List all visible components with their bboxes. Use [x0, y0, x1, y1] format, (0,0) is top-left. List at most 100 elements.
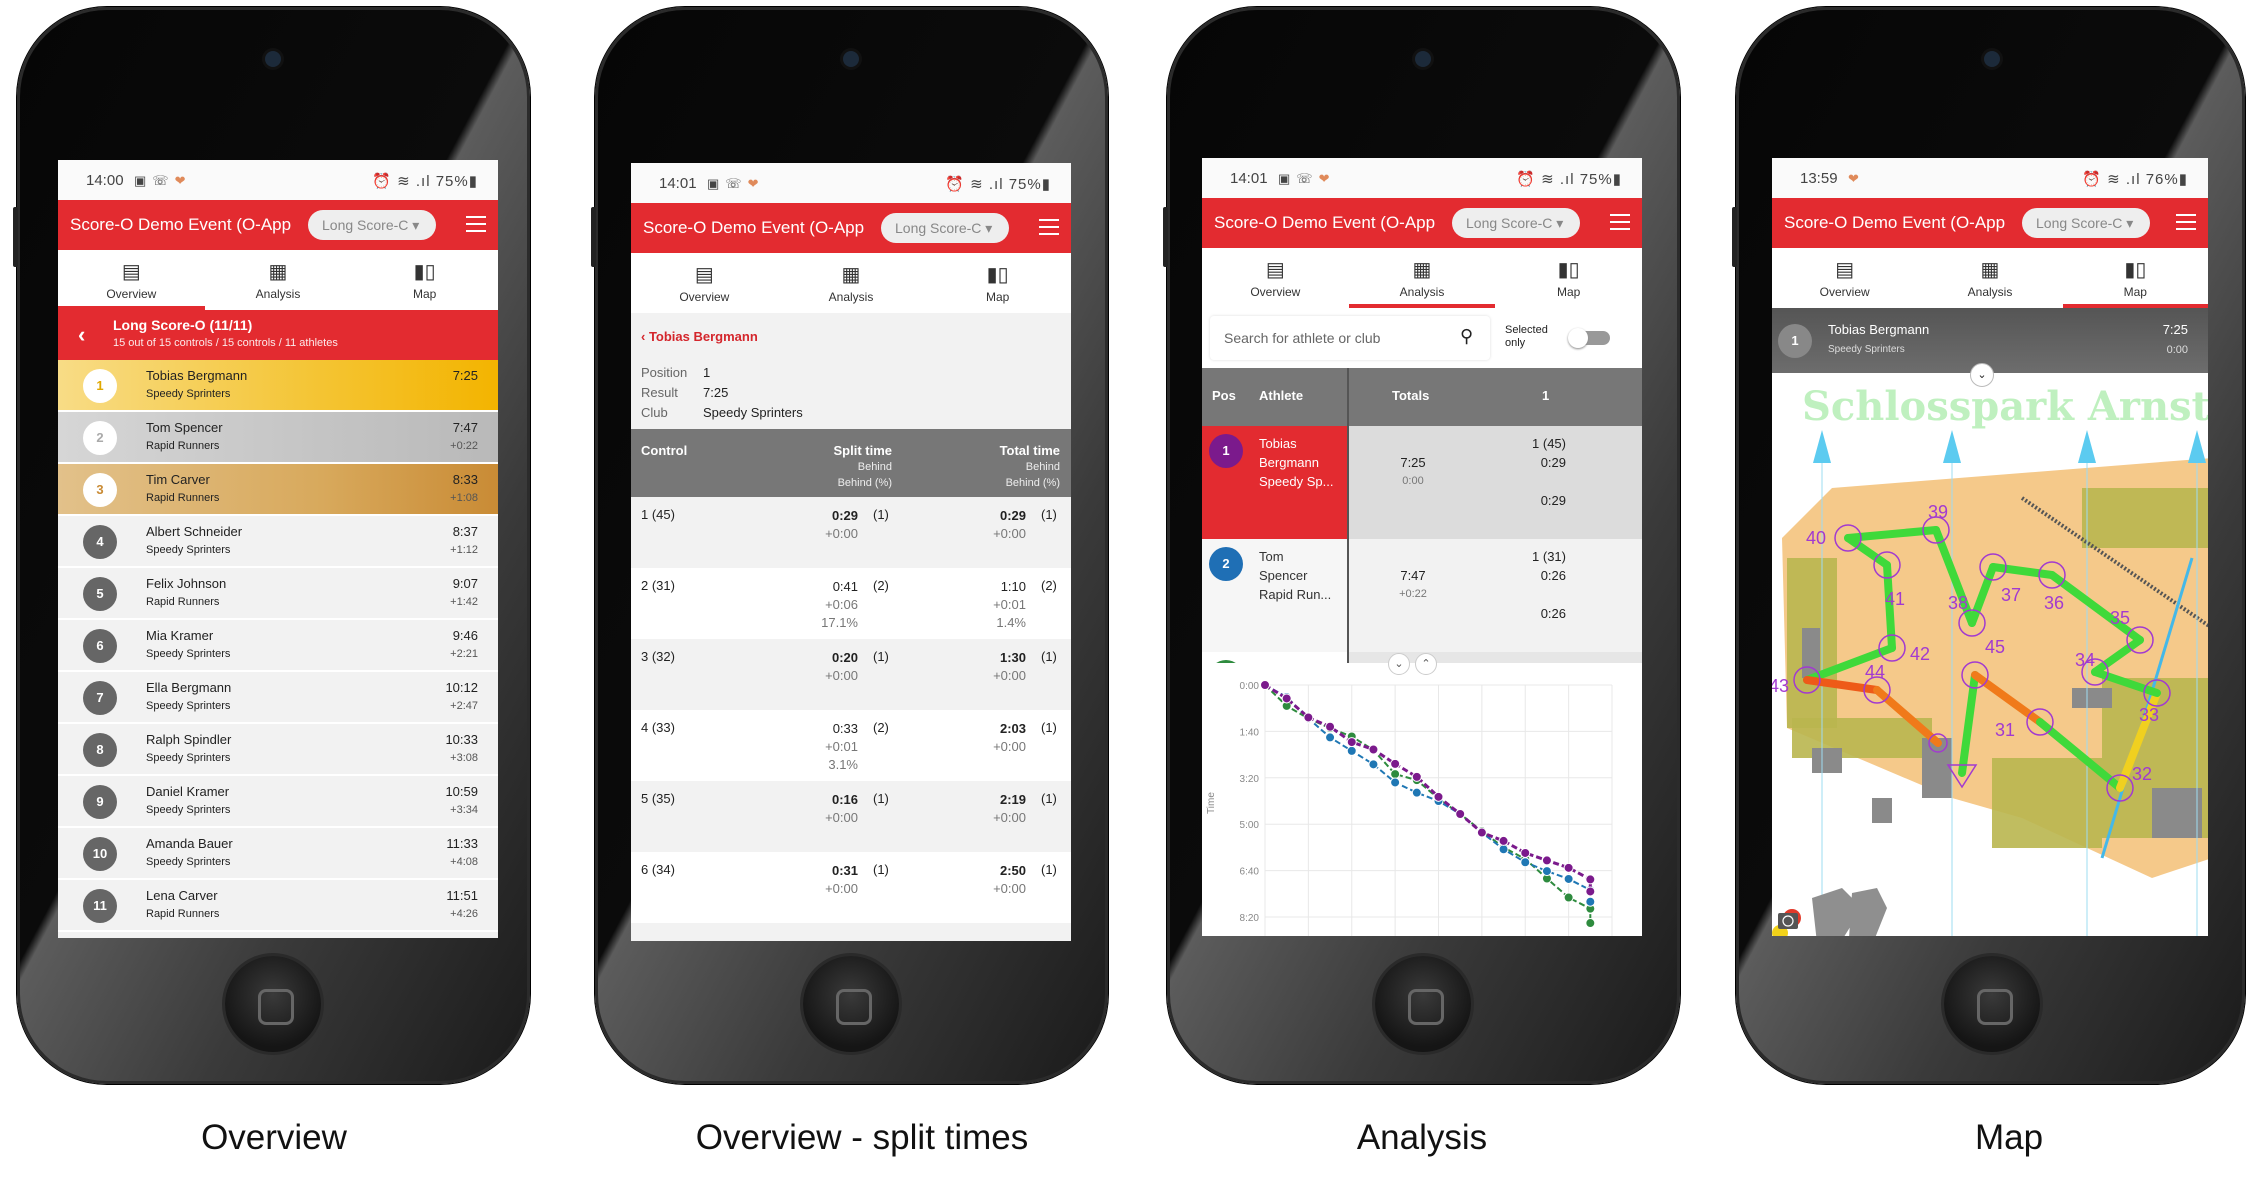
result-row[interactable]: 1 Tobias Bergmann Speedy Sprinters 7:25 — [58, 360, 498, 412]
selected-only-toggle[interactable] — [1568, 328, 1610, 348]
result-row[interactable]: 10 Amanda Bauer Speedy Sprinters 11:33 +4:08 — [58, 828, 498, 880]
athlete-info: Position 1 Result 7:25 Club Speedy Sprinters — [641, 363, 803, 423]
tab-map[interactable]: ▮▯ Map — [1495, 248, 1642, 308]
data-point[interactable] — [1368, 759, 1379, 770]
data-point[interactable] — [1520, 847, 1531, 858]
caption-analysis: Analysis — [1356, 1118, 1488, 1157]
search-input[interactable]: Search for athlete or club ⚲ — [1210, 316, 1490, 360]
data-point[interactable] — [1281, 693, 1292, 704]
split-row[interactable]: 2 (31) 0:41 +0:06 17.1% (2) 1:10 +0:01 1.4% … — [631, 568, 1071, 639]
data-point[interactable] — [1433, 791, 1444, 802]
result-row[interactable]: 2 Tom Spencer Rapid Runners 7:47 +0:22 — [58, 412, 498, 464]
data-point[interactable] — [1563, 892, 1574, 903]
battery-level: 75% — [435, 173, 469, 190]
data-point[interactable] — [1411, 771, 1422, 782]
result-row[interactable]: 3 Tim Carver Rapid Runners 8:33 +1:08 — [58, 464, 498, 516]
home-button[interactable] — [1375, 956, 1471, 1052]
scroll-up-button[interactable]: ⌃ — [1415, 653, 1437, 675]
time-behind: +3:08 — [450, 752, 478, 764]
split-row[interactable]: 6 (34) 0:31 +0:00 (1) 2:50 +0:00 (1) — [631, 852, 1071, 923]
result-time: 7:47 — [452, 420, 478, 435]
hamburger-menu-icon[interactable] — [466, 216, 486, 232]
analysis-row[interactable]: 2 Tom Spencer Rapid Run... 7:47 +0:22 1 (31)… — [1202, 539, 1642, 652]
data-point[interactable] — [1455, 808, 1466, 819]
data-point[interactable] — [1390, 769, 1401, 780]
screen: 14:01 ▣ ☏ ❤ ⏰ ≋ .ıl 75%▮ Score-O Demo Event … — [631, 163, 1071, 941]
data-point[interactable] — [1520, 857, 1531, 868]
selected-athlete-bar[interactable]: 1 Tobias Bergmann Speedy Sprinters 7:25 … — [1772, 308, 2208, 373]
result-row[interactable]: 5 Felix Johnson Rapid Runners 9:07 +1:42 — [58, 568, 498, 620]
athlete-back-link[interactable]: ‹ Tobias Bergmann — [641, 329, 758, 344]
data-point[interactable] — [1498, 844, 1509, 855]
split-row[interactable]: 3 (32) 0:20 +0:00 (1) 1:30 +0:00 (1) — [631, 639, 1071, 710]
series-line — [1264, 684, 1592, 902]
control-number: 36 — [2044, 593, 2064, 613]
data-point[interactable] — [1411, 787, 1422, 798]
data-point[interactable] — [1498, 835, 1509, 846]
data-point[interactable] — [1260, 680, 1270, 690]
scroll-down-button[interactable]: ⌄ — [1388, 653, 1410, 675]
hamburger-menu-icon[interactable] — [2176, 214, 2196, 230]
result-row[interactable]: 11 Lena Carver Rapid Runners 11:51 +4:26 — [58, 880, 498, 932]
tab-overview[interactable]: ▤ Overview — [631, 253, 778, 313]
result-row[interactable]: 8 Ralph Spindler Speedy Sprinters 10:33 +3:0… — [58, 724, 498, 776]
tab-overview[interactable]: ▤ Overview — [58, 250, 205, 310]
result-row[interactable]: 4 Albert Schneider Speedy Sprinters 8:37 +1:… — [58, 516, 498, 568]
class-select[interactable]: Long Score-C ▾ — [881, 213, 1009, 243]
data-point[interactable] — [1585, 886, 1596, 897]
data-point[interactable] — [1303, 712, 1314, 723]
status-bar: 13:59 ❤ ⏰ ≋ .ıl 76%▮ — [1772, 158, 2208, 198]
back-chevron-icon[interactable]: ‹ — [78, 322, 85, 348]
class-banner[interactable]: ‹ Long Score-O (11/11) 15 out of 15 cont… — [58, 310, 498, 360]
data-point[interactable] — [1368, 744, 1379, 755]
data-point[interactable] — [1585, 874, 1596, 885]
analysis-row[interactable]: 1 Tobias Bergmann Speedy Sp... 7:25 0:00 1 (… — [1202, 426, 1642, 539]
tab-label: Analysis — [1399, 285, 1445, 299]
tab-map[interactable]: ▮▯ Map — [351, 250, 498, 310]
data-point[interactable] — [1563, 873, 1574, 884]
data-point[interactable] — [1476, 827, 1487, 838]
orienteering-map[interactable]: Schlosspark Arnstadt 45 31 32 33 34 35 36 37 38 39… — [1772, 373, 2208, 936]
info-row: Position 1 — [641, 365, 711, 380]
data-point[interactable] — [1585, 918, 1596, 929]
series-line — [1264, 684, 1592, 924]
class-select[interactable]: Long Score-C ▾ — [1452, 208, 1580, 238]
data-point[interactable] — [1325, 721, 1336, 732]
split-row[interactable]: 4 (33) 0:33 +0:01 3.1% (2) 2:03 +0:00 (1) — [631, 710, 1071, 781]
home-button[interactable] — [803, 956, 899, 1052]
data-point[interactable] — [1541, 866, 1552, 877]
result-row[interactable]: 7 Ella Bergmann Speedy Sprinters 10:12 +2:47 — [58, 672, 498, 724]
data-point[interactable] — [1390, 758, 1401, 769]
tab-analysis[interactable]: ▦ Analysis — [205, 250, 352, 310]
clipboard-icon: ▤ — [121, 261, 141, 283]
data-point[interactable] — [1541, 855, 1552, 866]
split-row[interactable]: 5 (35) 0:16 +0:00 (1) 2:19 +0:00 (1) — [631, 781, 1071, 852]
result-row[interactable]: 6 Mia Kramer Speedy Sprinters 9:46 +2:21 — [58, 620, 498, 672]
tab-map[interactable]: ▮▯ Map — [2062, 248, 2208, 308]
tab-overview[interactable]: ▤ Overview — [1772, 248, 1917, 308]
class-select[interactable]: Long Score-C ▾ — [2022, 208, 2150, 238]
search-icon[interactable]: ⚲ — [1460, 326, 1473, 347]
class-select[interactable]: Long Score-C ▾ — [308, 210, 436, 240]
tab-analysis[interactable]: ▦ Analysis — [1348, 248, 1496, 308]
home-button[interactable] — [225, 956, 321, 1052]
control-number: 38 — [1948, 593, 1968, 613]
data-point[interactable] — [1585, 896, 1596, 907]
home-button[interactable] — [1944, 956, 2040, 1052]
tab-map[interactable]: ▮▯ Map — [924, 253, 1071, 313]
data-point[interactable] — [1325, 732, 1336, 743]
split-row[interactable]: 1 (45) 0:29 +0:00 (1) 0:29 +0:00 (1) — [631, 497, 1071, 568]
tab-analysis[interactable]: ▦ Analysis — [1917, 248, 2062, 308]
data-point[interactable] — [1346, 745, 1357, 756]
data-point[interactable] — [1346, 737, 1357, 748]
data-point[interactable] — [1390, 777, 1401, 788]
map-svg[interactable]: Schlosspark Arnstadt 45 31 32 33 34 35 36 37 38 39… — [1772, 373, 2208, 936]
data-point[interactable] — [1563, 862, 1574, 873]
tab-analysis[interactable]: ▦ Analysis — [778, 253, 925, 313]
hamburger-menu-icon[interactable] — [1039, 219, 1059, 235]
hamburger-menu-icon[interactable] — [1610, 214, 1630, 230]
expand-chevron-button[interactable]: ⌄ — [1970, 363, 1994, 387]
result-row[interactable]: 9 Daniel Kramer Speedy Sprinters 10:59 +3:34 — [58, 776, 498, 828]
result-time: 9:07 — [452, 576, 478, 591]
tab-overview[interactable]: ▤ Overview — [1202, 248, 1349, 308]
